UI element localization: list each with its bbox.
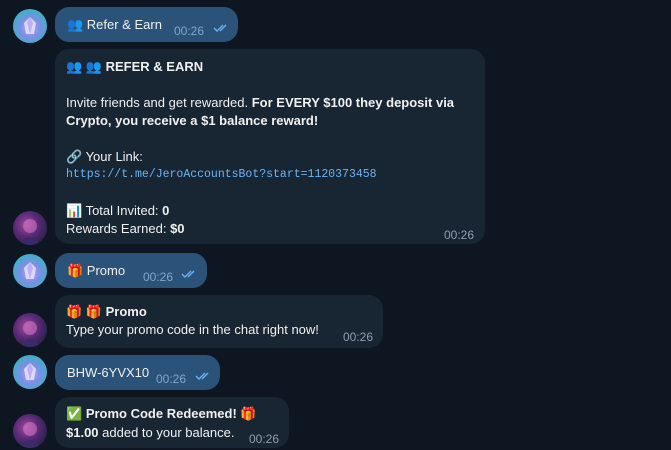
total-invited-label: 📊 Total Invited:	[66, 203, 163, 218]
rewards-earned: Rewards Earned: $0	[66, 220, 185, 238]
title-emoji: ✅	[66, 406, 86, 421]
message-time: 00:26	[444, 228, 475, 242]
referral-link[interactable]: https://t.me/JeroAccountsBot?start=11203…	[66, 166, 377, 184]
message-time: 00:26	[249, 432, 280, 446]
message-text: 🎁 Promo	[67, 263, 126, 278]
outgoing-message-refer[interactable]: 👥 Refer & Earn 00:26	[55, 7, 238, 42]
crystal-user-avatar-icon	[24, 363, 36, 380]
message-time: 00:26	[143, 270, 174, 284]
message-text: 👥 Refer & Earn	[67, 17, 162, 32]
message-time: 00:26	[343, 330, 374, 344]
body-plain: Invite friends and get rewarded.	[66, 95, 252, 110]
title-text: Promo Code Redeemed!	[85, 406, 237, 421]
user-avatar[interactable]	[13, 9, 47, 43]
body-text: added to your balance.	[98, 425, 235, 440]
incoming-message-redeemed[interactable]: ✅ Promo Code Redeemed! 🎁 $1.00 added to …	[55, 397, 289, 448]
bot-avatar-icon	[19, 321, 41, 347]
incoming-message-promo[interactable]: 🎁 🎁 Promo Type your promo code in the ch…	[55, 295, 383, 348]
title-emoji: 🎁 🎁	[66, 304, 106, 319]
crystal-user-avatar-icon	[24, 262, 36, 279]
double-check-icon	[213, 24, 227, 32]
crystal-user-avatar-icon	[24, 17, 36, 34]
rewards-earned-value: $0	[170, 221, 185, 236]
link-label: 🔗 Your Link:	[66, 149, 143, 164]
message-body: $1.00 added to your balance.	[66, 424, 234, 442]
rewards-earned-label: Rewards Earned:	[66, 221, 171, 236]
user-avatar[interactable]	[13, 355, 47, 389]
bot-avatar[interactable]	[13, 414, 47, 448]
message-title: ✅ Promo Code Redeemed! 🎁	[66, 405, 257, 423]
message-title: 👥 👥 REFER & EARN	[66, 59, 204, 74]
double-check-icon	[181, 270, 195, 278]
total-invited: 📊 Total Invited: 0	[66, 202, 169, 220]
total-invited-value: 0	[162, 203, 170, 218]
double-check-icon	[195, 372, 209, 380]
message-title: 🎁 🎁 Promo	[66, 303, 147, 321]
amount: $1.00	[66, 425, 99, 440]
outgoing-message-promo[interactable]: 🎁 Promo 00:26	[55, 253, 207, 288]
bot-avatar[interactable]	[13, 313, 47, 347]
message-body: Invite friends and get rewarded. For EVE…	[66, 94, 476, 130]
incoming-message-refer-earn[interactable]: 👥 👥 REFER & EARN Invite friends and get …	[55, 49, 485, 244]
title-text: Promo	[105, 304, 147, 319]
message-time: 00:26	[156, 372, 187, 386]
title-emoji-end: 🎁	[236, 406, 257, 421]
bot-avatar-icon	[19, 422, 41, 448]
bot-avatar-icon	[19, 219, 41, 245]
message-body: Type your promo code in the chat right n…	[66, 322, 319, 337]
user-avatar[interactable]	[13, 254, 47, 288]
message-text: BHW-6YVX10	[67, 365, 150, 380]
message-time: 00:26	[174, 24, 205, 38]
bot-avatar[interactable]	[13, 211, 47, 245]
outgoing-message-code[interactable]: BHW-6YVX10 00:26	[55, 355, 220, 390]
